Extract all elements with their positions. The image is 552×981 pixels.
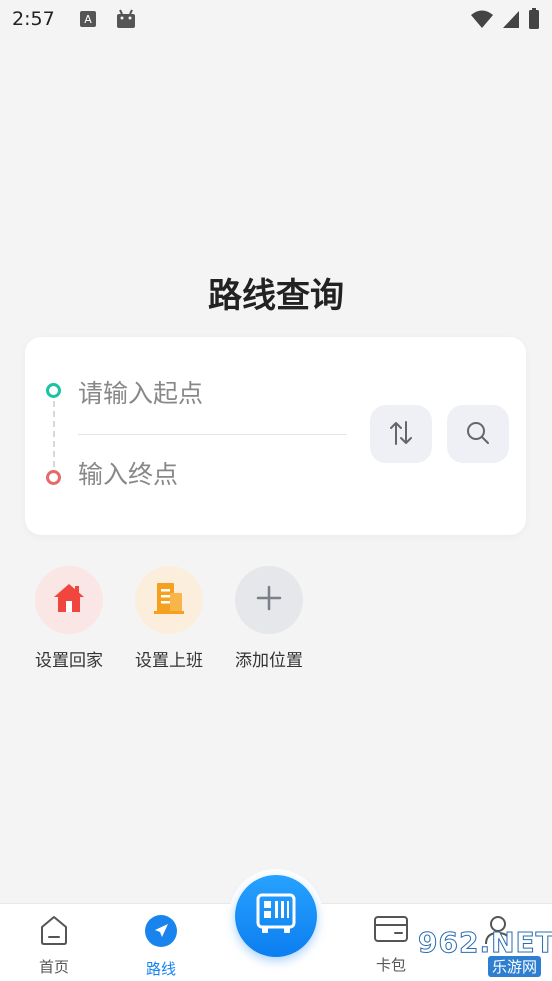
card-icon [373, 914, 409, 948]
nav-label: 卡包 [375, 956, 406, 974]
bus-qr-icon [254, 892, 298, 940]
keyboard-a-icon: A [79, 10, 97, 28]
status-bar: 2:57 A [0, 0, 552, 38]
plus-icon [256, 585, 282, 615]
status-time: 2:57 [12, 8, 55, 30]
watermark-main: 962.NET [417, 926, 552, 960]
search-route-button[interactable] [447, 405, 509, 463]
route-dash-line [53, 401, 55, 467]
nav-item-route[interactable]: 路线 [121, 914, 201, 979]
start-point-input[interactable] [78, 373, 346, 413]
input-divider [78, 434, 347, 435]
set-work-circle [135, 566, 203, 634]
route-search-card [25, 337, 526, 535]
nav-item-home[interactable]: 首页 [14, 914, 94, 977]
status-indicators [470, 8, 540, 34]
swap-points-button[interactable] [370, 405, 432, 463]
building-icon [152, 581, 186, 619]
android-icon [115, 9, 137, 29]
signal-icon [502, 9, 520, 33]
swap-arrows-icon [388, 419, 414, 450]
watermark-net: .NET [479, 926, 552, 960]
bus-qr-button[interactable] [235, 875, 317, 957]
svg-text:A: A [84, 13, 92, 26]
add-location-shortcut[interactable]: 添加位置 [224, 566, 314, 671]
add-location-circle [235, 566, 303, 634]
shortcut-label: 设置回家 [35, 651, 103, 671]
watermark-number: 962 [417, 926, 480, 960]
watermark-sub: 乐游网 [488, 956, 542, 977]
navigation-arrow-icon [144, 914, 178, 952]
end-point-dot-icon [46, 470, 61, 485]
battery-icon [528, 8, 540, 34]
wifi-icon [470, 9, 494, 33]
nav-label: 首页 [38, 958, 69, 976]
end-point-input[interactable] [78, 454, 346, 494]
home-outline-icon [38, 914, 70, 950]
set-work-shortcut[interactable]: 设置上班 [124, 566, 214, 671]
watermark-logo: 962.NET 乐游网 [417, 926, 552, 978]
search-icon [465, 420, 491, 449]
page-title: 路线查询 [208, 276, 344, 316]
set-home-circle [35, 566, 103, 634]
set-home-shortcut[interactable]: 设置回家 [24, 566, 114, 671]
home-icon [52, 582, 86, 618]
shortcut-label: 添加位置 [235, 651, 303, 671]
shortcut-label: 设置上班 [135, 651, 203, 671]
nav-label: 路线 [145, 960, 176, 978]
start-point-dot-icon [46, 383, 61, 398]
